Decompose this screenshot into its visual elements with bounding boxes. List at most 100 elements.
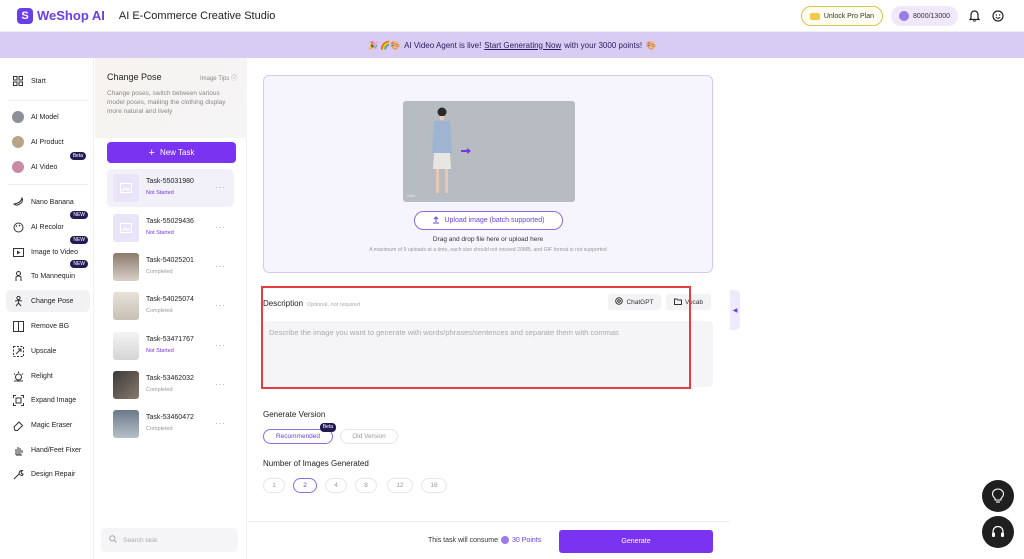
unlock-pro-label: Unlock Pro Plan <box>823 12 875 20</box>
new-task-button[interactable]: + New Task <box>107 142 236 163</box>
points-coin-icon <box>899 11 910 21</box>
user-avatar-icon[interactable] <box>990 8 1006 24</box>
banner-text-after: with your 3000 points! <box>564 40 643 50</box>
preview-caption: After <box>407 193 416 198</box>
nav-divider <box>8 100 88 101</box>
idea-bulb-button[interactable] <box>982 480 1014 512</box>
more-icon[interactable]: ··· <box>215 301 226 310</box>
nav-change-pose-label: Change Pose <box>31 297 74 305</box>
upload-dropzone[interactable]: After Upload image (batch supported) Dra… <box>263 75 713 273</box>
more-icon[interactable]: ··· <box>215 380 226 389</box>
more-icon[interactable]: ··· <box>215 262 226 271</box>
num-option-12[interactable]: 12 <box>387 478 413 493</box>
nav-design-repair[interactable]: Design Repair <box>6 463 90 485</box>
nav-design-repair-label: Design Repair <box>31 470 76 478</box>
upload-label: Upload image (batch supported) <box>444 217 545 224</box>
search-icon <box>109 535 117 545</box>
app-title: AI E-Commerce Creative Studio <box>118 9 276 22</box>
image-video-icon <box>12 246 24 258</box>
model-figure <box>432 107 452 193</box>
nav-magic-eraser[interactable]: Magic Eraser <box>6 414 90 436</box>
notification-bell-icon[interactable] <box>966 8 982 24</box>
image-tips-link[interactable]: Image Tips ⓘ <box>200 73 237 82</box>
description-placeholder: Describe the image you want to generate … <box>269 328 619 337</box>
search-task-input[interactable]: Search task <box>101 528 238 552</box>
upscale-icon <box>12 345 24 357</box>
nav-ai-recolor[interactable]: AI Recolor NEW <box>6 211 90 238</box>
version-recommended-option[interactable]: Recommended Beta <box>263 423 336 444</box>
announcement-banner: 🎉 🌈🎨 AI Video Agent is live! Start Gener… <box>0 32 1024 58</box>
lightbulb-icon <box>991 488 1005 503</box>
upload-image-button[interactable]: Upload image (batch supported) <box>414 211 563 230</box>
description-label: Description <box>263 299 304 308</box>
nav-start[interactable]: Start <box>6 70 90 92</box>
nav-expand-image[interactable]: Expand Image <box>6 389 90 411</box>
nav-to-mannequin[interactable]: To Mannequin NEW <box>6 260 90 287</box>
version-old-option[interactable]: Old Version <box>340 429 398 444</box>
banner-link[interactable]: Start Generating Now <box>484 41 561 50</box>
task-item[interactable]: Task-53462032 Completed ··· <box>107 366 234 404</box>
task-item[interactable]: Task-54025201 Completed ··· <box>107 248 234 286</box>
new-task-label: New Task <box>159 148 195 157</box>
collapse-panel-toggle[interactable]: ◀ <box>730 290 740 330</box>
task-status: Not Started <box>146 190 174 196</box>
pose-icon <box>12 295 24 307</box>
nav-upscale[interactable]: Upscale <box>6 340 90 362</box>
beta-badge: Beta <box>69 152 86 160</box>
more-icon[interactable]: ··· <box>215 341 226 350</box>
nav-nano-banana[interactable]: Nano Banana <box>6 191 90 213</box>
logo-mark-icon: S <box>17 7 33 24</box>
repair-icon <box>12 468 24 480</box>
banana-icon <box>12 196 24 208</box>
nav-remove-bg-label: Remove BG <box>31 322 70 330</box>
eraser-icon <box>12 419 24 431</box>
panel-description: Change poses, switch between various mod… <box>107 90 226 115</box>
num-option-1[interactable]: 1 <box>263 478 285 493</box>
nav-magic-eraser-label: Magic Eraser <box>31 421 73 429</box>
task-status: Completed <box>146 387 173 393</box>
nav-ai-model[interactable]: AI Model <box>6 106 90 128</box>
task-item[interactable]: Task-55031980 Not Started ··· <box>107 169 234 207</box>
task-status: Completed <box>146 269 173 275</box>
more-icon[interactable]: ··· <box>215 223 226 232</box>
headset-icon <box>992 525 1004 537</box>
image-placeholder-icon <box>113 174 139 202</box>
task-item[interactable]: Task-53471767 Not Started ··· <box>107 327 234 365</box>
task-name: Task-53462032 <box>146 375 194 382</box>
nav-ai-video[interactable]: AI Video Beta <box>6 152 90 178</box>
nav-change-pose[interactable]: Change Pose <box>6 290 90 312</box>
task-name: Task-54025074 <box>146 296 194 303</box>
nav-remove-bg[interactable]: Remove BG <box>6 315 90 337</box>
points-balance[interactable]: 8000/13000 <box>891 6 958 26</box>
unlock-pro-button[interactable]: Unlock Pro Plan <box>800 6 884 26</box>
more-icon[interactable]: ··· <box>215 419 226 428</box>
logo-text: WeShop AI <box>37 8 105 23</box>
nav-divider <box>8 184 88 185</box>
num-option-2[interactable]: 2 <box>293 478 317 493</box>
arrow-right-icon <box>461 148 471 154</box>
chatgpt-button[interactable]: ChatGPT <box>608 294 661 310</box>
num-option-4[interactable]: 4 <box>325 478 347 493</box>
description-textarea[interactable]: Describe the image you want to generate … <box>263 321 713 387</box>
nav-ai-product[interactable]: AI Product <box>6 131 90 153</box>
folder-icon <box>673 298 682 307</box>
task-name: Task-54025201 <box>146 257 194 264</box>
task-panel-header: Change Pose Image Tips ⓘ Change poses, s… <box>95 58 247 138</box>
vocab-button[interactable]: Vocab <box>666 294 711 310</box>
num-option-8[interactable]: 8 <box>355 478 377 493</box>
main-workspace: After Upload image (batch supported) Dra… <box>248 58 730 559</box>
task-item[interactable]: Task-55029436 Not Started ··· <box>107 209 234 247</box>
nav-relight[interactable]: Relight <box>6 365 90 387</box>
task-item[interactable]: Task-53460472 Completed ··· <box>107 405 234 443</box>
generate-button[interactable]: Generate <box>559 530 713 553</box>
task-item[interactable]: Task-54025074 Completed ··· <box>107 287 234 325</box>
support-headset-button[interactable] <box>982 516 1014 548</box>
nav-hand-feet-fixer[interactable]: Hand/Feet Fixer <box>6 439 90 461</box>
num-option-16[interactable]: 16 <box>421 478 447 493</box>
search-placeholder: Search task <box>123 536 158 544</box>
pro-crown-icon <box>809 12 820 20</box>
consume-info: This task will consume 30 Points <box>428 536 541 544</box>
hand-icon <box>12 444 24 456</box>
more-icon[interactable]: ··· <box>215 183 226 192</box>
weshop-logo[interactable]: S WeShop AI <box>17 7 105 24</box>
